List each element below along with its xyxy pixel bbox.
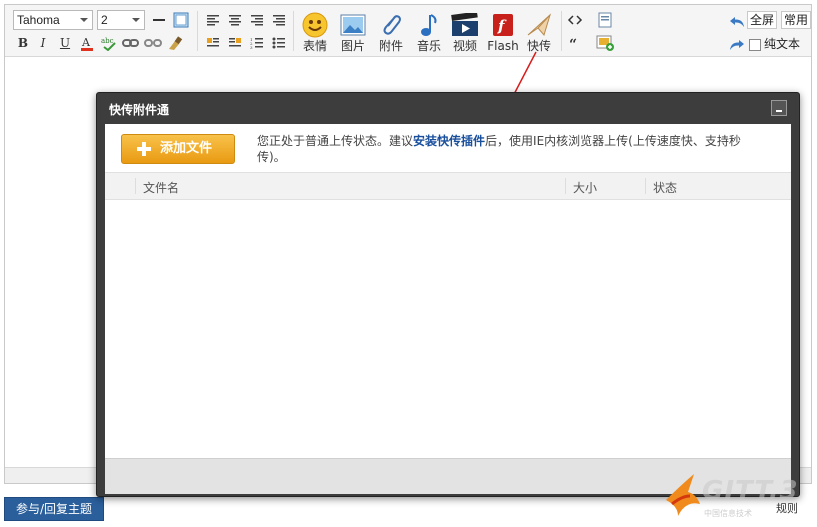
column-size: 大小 [573,181,598,195]
minimize-button[interactable] [771,100,787,116]
column-divider [135,178,136,194]
column-divider [565,178,566,194]
column-divider [645,178,646,194]
add-file-button[interactable]: 添加文件 [121,134,235,164]
upload-notice: 您正处于普通上传状态。建议安装快传插件后，使用IE内核浏览器上传(上传速度快、支… [257,133,757,165]
install-plugin-link[interactable]: 安装快传插件 [413,134,485,148]
dialog-body: 添加文件 您正处于普通上传状态。建议安装快传插件后，使用IE内核浏览器上传(上传… [105,124,791,494]
file-table-header: 文件名 大小 状态 [105,172,791,200]
notice-text-before: 您正处于普通上传状态。建议 [257,134,414,148]
quick-upload-dialog: 快传附件通 添加文件 您正处于普通上传状态。建议安装快传插件后，使用IE内核浏览… [96,92,800,497]
column-filename: 文件名 [143,181,180,195]
add-file-label: 添加文件 [160,141,213,156]
site-watermark: GITT.3 中国信息技术 规则 [660,466,817,524]
watermark-logo-icon [666,474,700,516]
watermark-subtitle: 中国信息技术 [704,509,752,518]
rules-link[interactable]: 规则 [776,500,798,516]
dialog-title: 快传附件通 [109,103,170,117]
plus-icon [137,142,151,156]
column-status: 状态 [653,181,678,195]
